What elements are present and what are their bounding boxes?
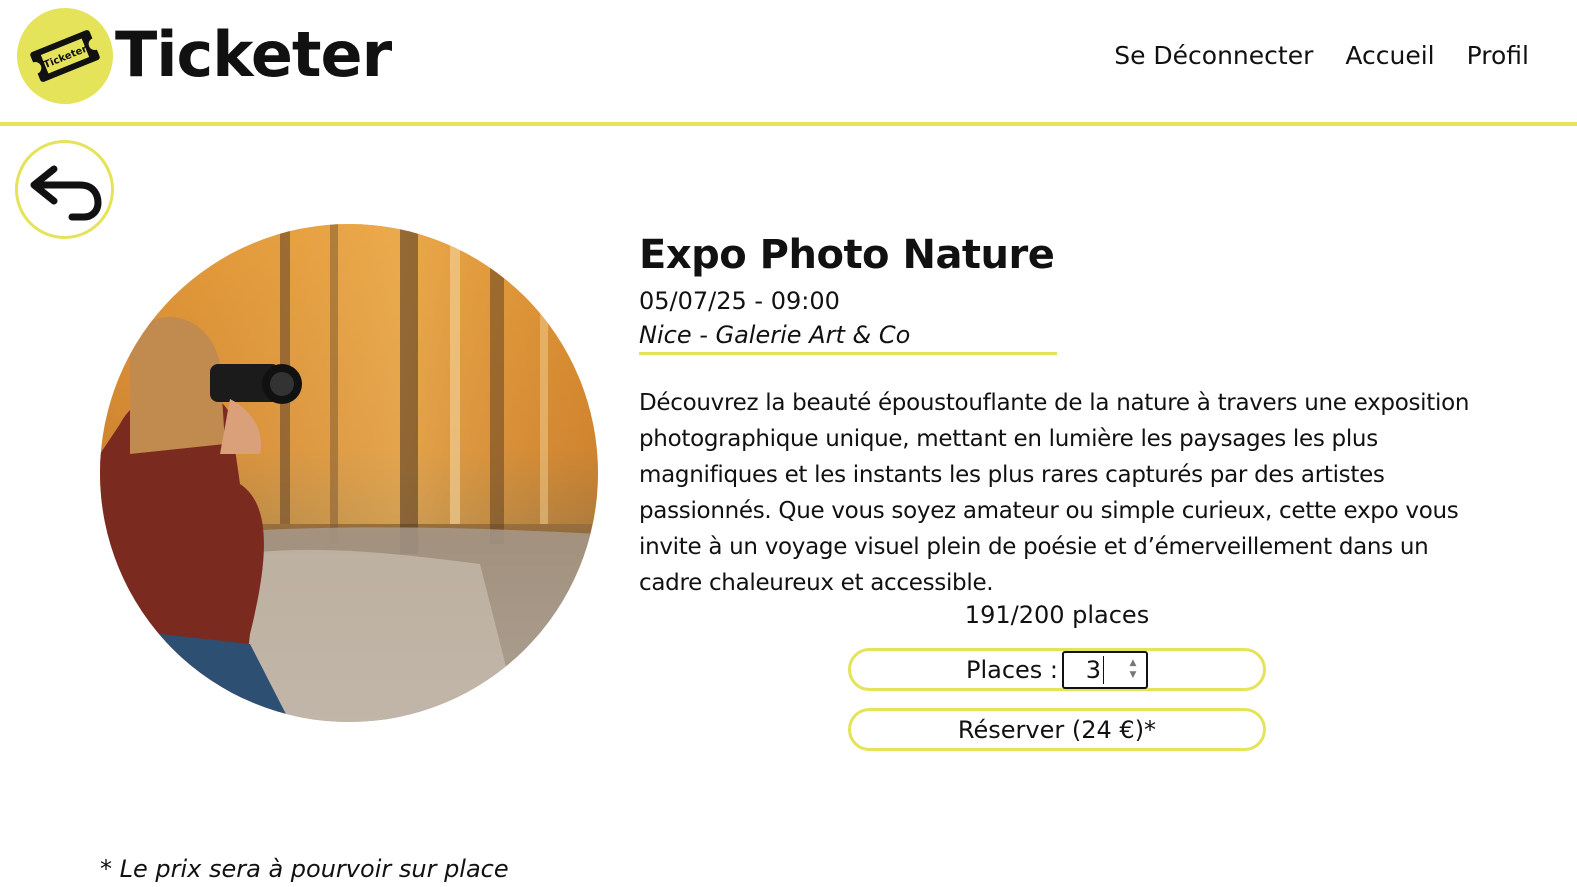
event-details: Expo Photo Nature 05/07/25 - 09:00 Nice … [639, 228, 1489, 601]
places-label: Places : [965, 655, 1059, 684]
photographer-photo [100, 224, 598, 722]
places-value[interactable]: 3 [1064, 655, 1105, 684]
nav-profile[interactable]: Profil [1467, 36, 1529, 76]
spinner[interactable]: ▲ ▼ [1126, 657, 1140, 685]
event-description: Découvrez la beauté époustouflante de la… [639, 390, 1470, 596]
event-location: Nice - Galerie Art & Co [639, 318, 1057, 355]
event-title: Expo Photo Nature [639, 232, 1055, 278]
price-footnote: * Le prix sera à pourvoir sur place [100, 855, 509, 883]
back-arrow-icon [30, 165, 102, 221]
brand-name: Ticketer [115, 18, 392, 91]
event-image [100, 224, 598, 722]
availability-count: 191/200 places [964, 601, 1150, 629]
ticket-icon: Ticketer [29, 30, 101, 82]
header: Ticketer Ticketer Se Déconnecter Accueil… [0, 0, 1577, 126]
places-selector: Places : 3 ▲ ▼ [848, 648, 1266, 691]
chevron-up-icon[interactable]: ▲ [1126, 657, 1140, 669]
back-button[interactable] [15, 140, 114, 239]
main-nav: Se Déconnecter Accueil Profil [1114, 36, 1529, 76]
places-quantity-stepper[interactable]: 3 ▲ ▼ [1062, 650, 1149, 689]
logo[interactable]: Ticketer [17, 8, 113, 104]
chevron-down-icon[interactable]: ▼ [1126, 669, 1140, 681]
nav-logout[interactable]: Se Déconnecter [1114, 36, 1313, 76]
nav-home[interactable]: Accueil [1345, 36, 1434, 76]
event-datetime: 05/07/25 - 09:00 [639, 287, 840, 315]
reserve-button[interactable]: Réserver (24 €)* [848, 708, 1266, 751]
